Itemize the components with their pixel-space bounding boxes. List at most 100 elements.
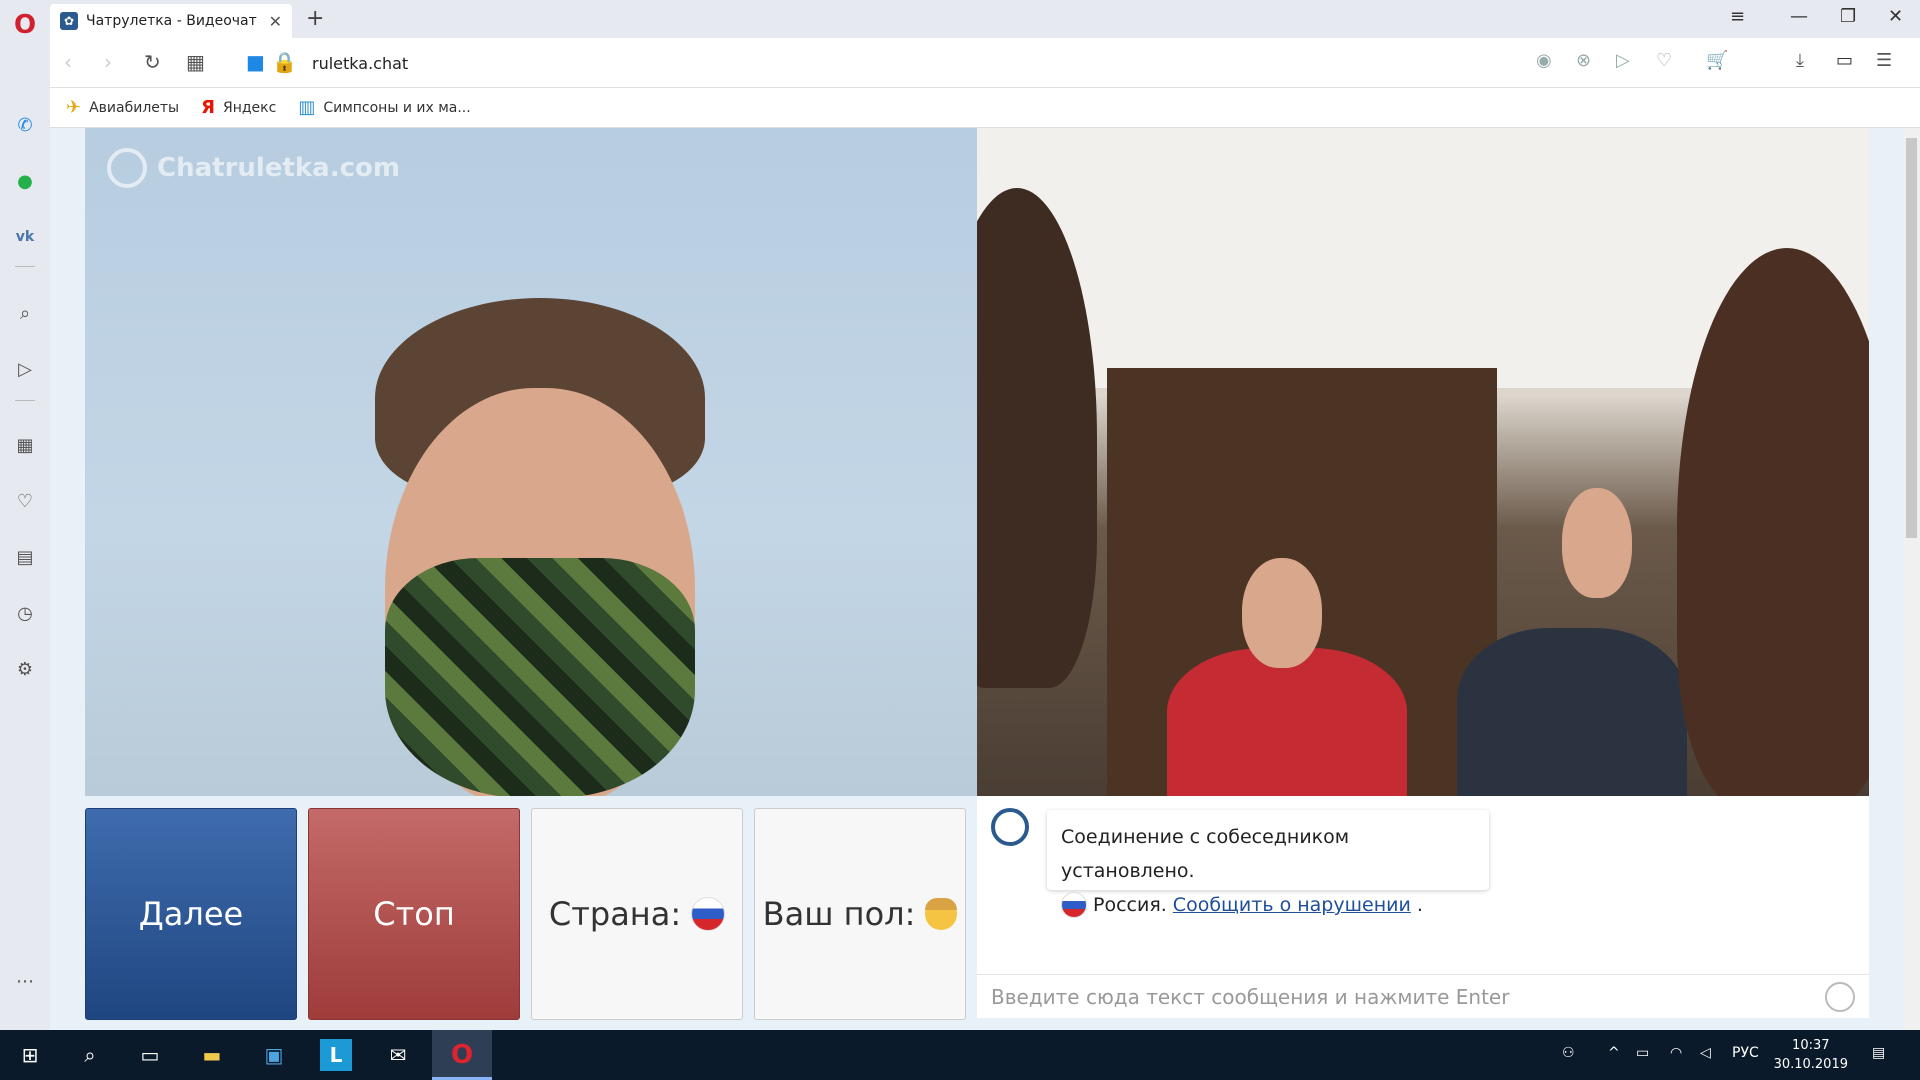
chat-input-row xyxy=(977,974,1869,1018)
person-dark-sweater xyxy=(1457,628,1687,796)
watermark: Chatruletka.com xyxy=(107,148,400,188)
tab-title: Чатрулетка - Видеочат № xyxy=(86,13,261,29)
country-label: Страна: xyxy=(548,895,682,933)
message-input[interactable] xyxy=(991,984,1825,1009)
close-window-icon[interactable]: ✕ xyxy=(1888,6,1903,27)
task-view-icon[interactable]: ▭ xyxy=(134,1039,166,1071)
gender-button[interactable]: Ваш пол: xyxy=(754,808,966,1020)
chat-panel: Соединение с собеседником установлено. Р… xyxy=(977,796,1869,1018)
page-scrollbar[interactable] xyxy=(1903,128,1920,1030)
adblock-icon[interactable]: ⊗ xyxy=(1576,50,1591,71)
history-icon[interactable]: ◷ xyxy=(12,600,38,626)
title-bar: ✿ Чатрулетка - Видеочат № ✕ + ≡ — ❐ ✕ xyxy=(50,0,1920,38)
clock-date: 30.10.2019 xyxy=(1773,1057,1848,1072)
russia-flag-icon xyxy=(1061,892,1087,918)
volume-icon[interactable]: ◁ xyxy=(1700,1045,1711,1061)
emoji-icon[interactable] xyxy=(1825,981,1855,1012)
person-face xyxy=(1562,488,1632,598)
tabs-grid-icon[interactable]: ▦ xyxy=(186,50,205,74)
input-language[interactable]: РУС xyxy=(1732,1045,1759,1061)
site-icon: ▥ xyxy=(298,97,316,118)
bookmark-heart-icon[interactable]: ♡ xyxy=(1656,50,1672,71)
country-button[interactable]: Страна: xyxy=(531,808,743,1020)
people-icon[interactable]: ⚇ xyxy=(1562,1045,1575,1061)
lock-icon[interactable]: 🔒 xyxy=(272,50,297,74)
url-field[interactable]: ruletka.chat xyxy=(312,54,408,73)
cart-icon[interactable]: 🛒 xyxy=(1706,50,1728,71)
active-tab[interactable]: ✿ Чатрулетка - Видеочат № ✕ xyxy=(50,4,292,38)
opera-taskbar-button[interactable]: O xyxy=(432,1030,492,1080)
restore-icon[interactable]: ❐ xyxy=(1840,6,1856,27)
next-button[interactable]: Далее xyxy=(85,808,297,1020)
person-face xyxy=(1242,558,1322,668)
connection-status: Соединение с собеседником установлено. xyxy=(1061,826,1350,882)
wifi-icon[interactable]: ◠ xyxy=(1670,1045,1682,1061)
back-icon[interactable]: ‹ xyxy=(64,50,72,74)
opera-sidebar: O ✆ ● vk ⌕ ▷ ▦ ♡ ▤ ◷ ⚙ ⋯ xyxy=(0,0,50,1030)
vk-icon[interactable]: vk xyxy=(12,224,38,250)
snapshot-icon[interactable]: ◉ xyxy=(1536,50,1552,71)
stop-button[interactable]: Стоп xyxy=(308,808,520,1020)
forward-icon[interactable]: › xyxy=(104,50,112,74)
more-icon[interactable]: ⋯ xyxy=(12,968,38,994)
report-abuse-link[interactable]: Сообщить о нарушении xyxy=(1173,888,1411,922)
settings-icon[interactable]: ⚙ xyxy=(12,656,38,682)
trailing-period: . xyxy=(1416,894,1423,916)
close-tab-icon[interactable]: ✕ xyxy=(269,12,282,31)
easy-setup-icon[interactable]: ☰ xyxy=(1876,50,1892,71)
app-l-icon[interactable]: L xyxy=(320,1039,352,1071)
download-icon[interactable]: ⤓ xyxy=(1796,50,1804,71)
search-icon[interactable]: ⌕ xyxy=(74,1039,106,1071)
scrollbar-thumb[interactable] xyxy=(1906,138,1917,538)
whatsapp-icon[interactable]: ● xyxy=(12,168,38,194)
person-red-sweater xyxy=(1167,648,1407,796)
new-tab-icon[interactable]: + xyxy=(306,6,324,31)
windows-start-icon[interactable]: ⊞ xyxy=(14,1039,46,1071)
mail-icon[interactable]: ✉ xyxy=(382,1039,414,1071)
speed-dial-icon[interactable]: ▦ xyxy=(12,432,38,458)
windows-taskbar: ⊞ ⌕ ▭ ▬ ▣ L ✉ O ⚇ ^ ▭ ◠ ◁ РУС 10:37 30.1… xyxy=(0,1030,1920,1080)
bookmark-flights[interactable]: ✈ Авиабилеты xyxy=(66,97,179,118)
send-page-icon[interactable]: ▷ xyxy=(1616,50,1630,71)
partner-video xyxy=(977,128,1869,796)
system-message: Соединение с собеседником установлено. Р… xyxy=(1047,810,1489,918)
face-mask xyxy=(385,558,695,796)
camera-indicator-icon[interactable]: ■ xyxy=(246,50,265,74)
battery-icon[interactable]: ▭ xyxy=(1836,50,1853,71)
stop-label: Стоп xyxy=(373,895,455,933)
bookmarks-bar: ✈ Авиабилеты Я Яндекс ▥ Симпсоны и их ма… xyxy=(50,88,1920,128)
store-icon[interactable]: ▣ xyxy=(258,1039,290,1071)
sidebar-divider xyxy=(15,266,35,267)
reload-icon[interactable]: ↻ xyxy=(144,50,161,74)
news-icon[interactable]: ▤ xyxy=(12,544,38,570)
bookmark-simpsons[interactable]: ▥ Симпсоны и их ма... xyxy=(298,97,470,118)
clock-time: 10:37 xyxy=(1792,1038,1830,1053)
bookmark-yandex[interactable]: Я Яндекс xyxy=(201,97,276,118)
next-label: Далее xyxy=(138,895,244,933)
clock[interactable]: 10:37 30.10.2019 xyxy=(1774,1036,1848,1074)
watermark-text: Chatruletka.com xyxy=(157,153,400,183)
heart-icon[interactable]: ♡ xyxy=(12,488,38,514)
russia-flag-icon xyxy=(691,897,726,931)
bookmark-label: Симпсоны и их ма... xyxy=(323,99,471,116)
address-bar: ‹ › ↻ ▦ ■ 🔒 ruletka.chat ◉ ⊗ ▷ ♡ 🛒 ⤓ ▭ ☰ xyxy=(50,38,1920,88)
tray-expand-icon[interactable]: ^ xyxy=(1608,1045,1620,1061)
tab-menu-icon[interactable]: ≡ xyxy=(1730,6,1745,27)
minimize-icon[interactable]: — xyxy=(1790,6,1808,27)
airplane-icon: ✈ xyxy=(66,97,82,118)
bookmark-label: Яндекс xyxy=(222,99,277,116)
send-icon[interactable]: ▷ xyxy=(12,356,38,382)
male-face-icon xyxy=(925,898,958,930)
notifications-icon[interactable]: ▤ xyxy=(1872,1045,1885,1061)
messenger-icon[interactable]: ✆ xyxy=(12,112,38,138)
own-video: Chatruletka.com xyxy=(85,128,977,796)
opera-icon: O xyxy=(450,1040,474,1070)
search-icon[interactable]: ⌕ xyxy=(12,300,38,326)
file-explorer-icon[interactable]: ▬ xyxy=(196,1039,228,1071)
opera-logo-icon[interactable]: O xyxy=(12,10,38,40)
battery-tray-icon[interactable]: ▭ xyxy=(1636,1045,1649,1061)
gender-label: Ваш пол: xyxy=(762,895,916,933)
sidebar-divider xyxy=(15,400,35,401)
chatruletka-logo-icon xyxy=(107,148,147,188)
partner-country: Россия. xyxy=(1093,894,1167,916)
